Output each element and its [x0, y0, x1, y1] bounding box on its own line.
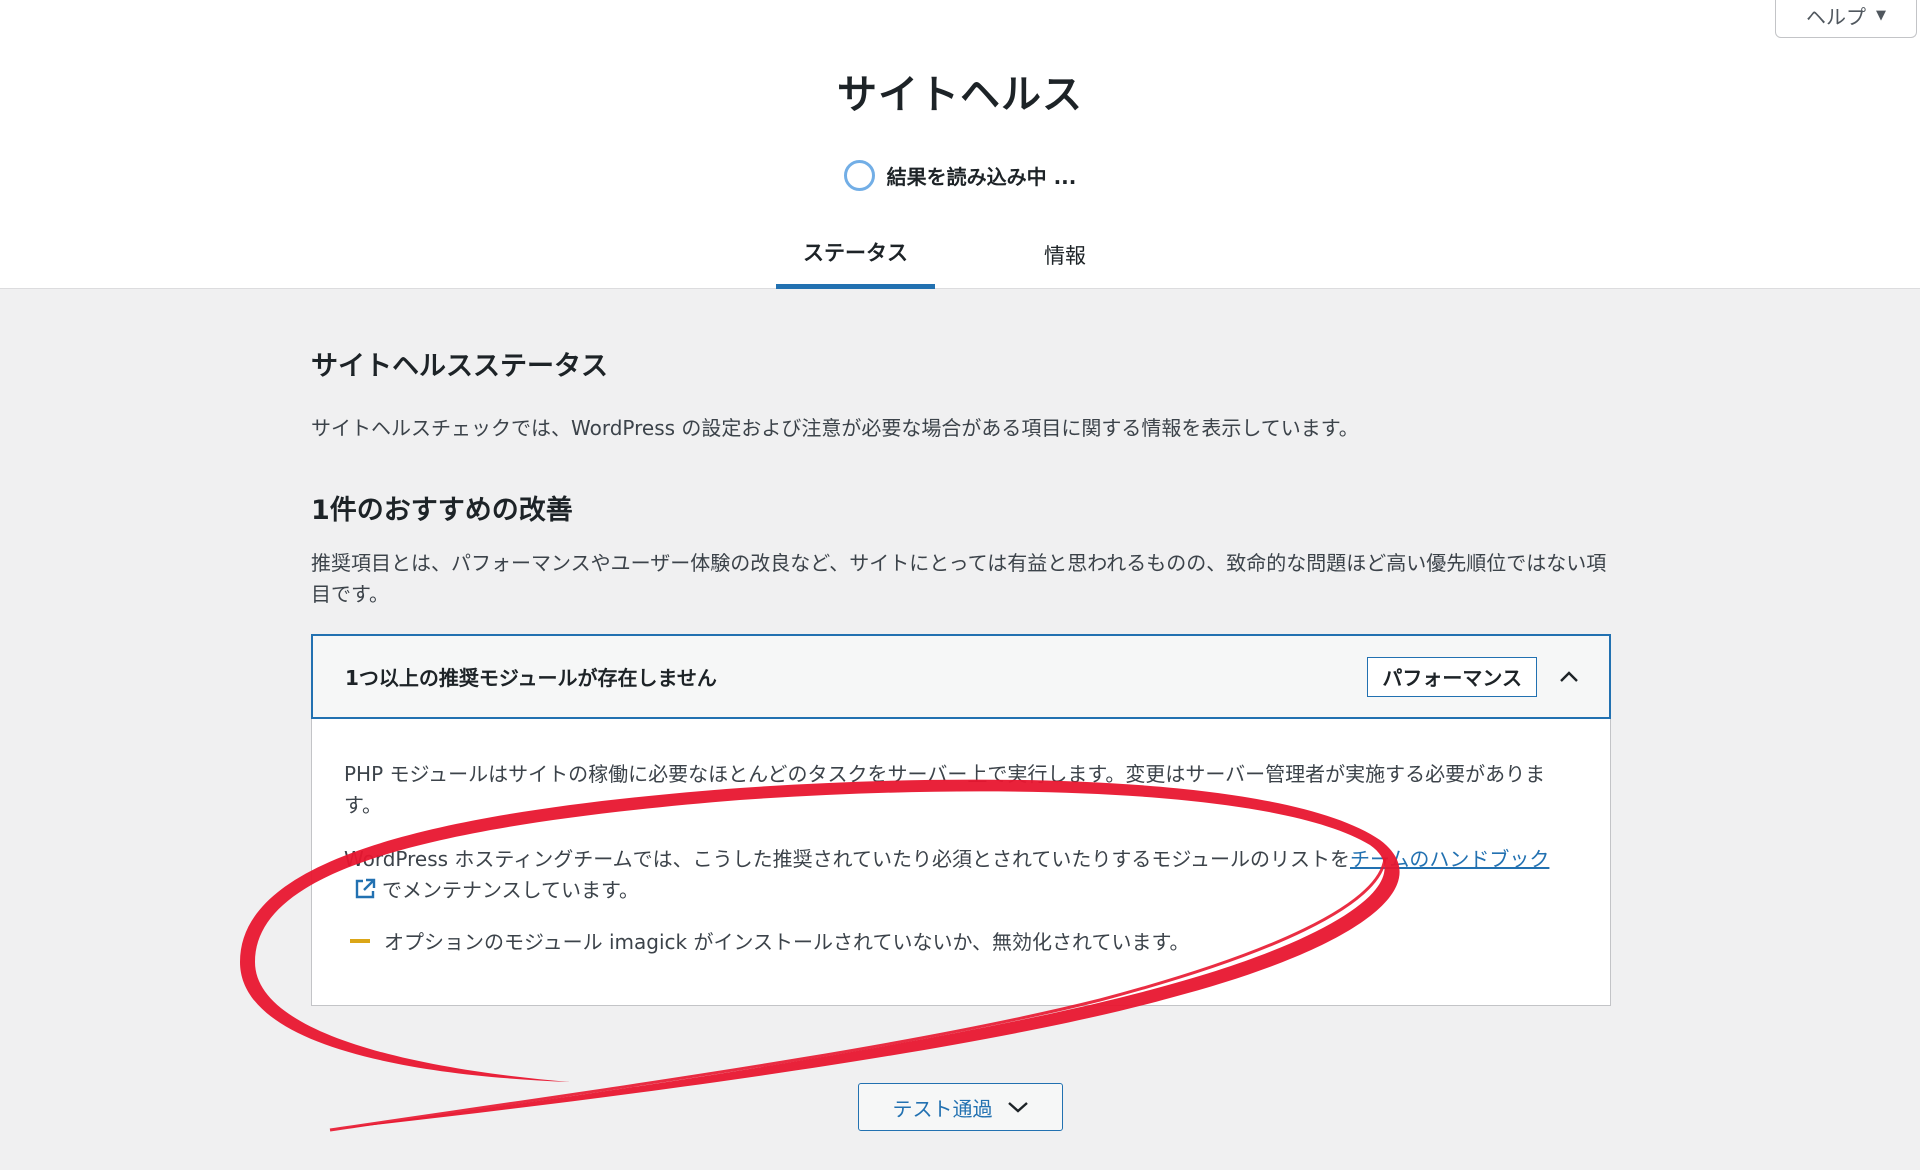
category-badge: パフォーマンス	[1367, 656, 1537, 697]
external-link-icon	[355, 878, 376, 899]
tab-info[interactable]: 情報	[1000, 220, 1130, 289]
hosting-note-text: WordPress ホスティングチームでは、こうした推奨されていたり必須とされて…	[344, 847, 1350, 871]
recommendation-accordion: 1つ以上の推奨モジュールが存在しません パフォーマンス PHP モジュールはサイ…	[311, 634, 1611, 1006]
chevron-down-icon	[1007, 1102, 1028, 1113]
warning-text: オプションのモジュール imagick がインストールされていないか、無効化され…	[384, 930, 1190, 954]
passed-tests-button[interactable]: テスト通過	[858, 1083, 1063, 1131]
module-explanation: PHP モジュールはサイトの稼働に必要なほとんどのタスクをサーバー上で実行します…	[344, 762, 1546, 817]
accordion-toggle[interactable]: 1つ以上の推奨モジュールが存在しません パフォーマンス	[311, 634, 1611, 719]
status-section-description: サイトヘルスチェックでは、WordPress の設定および注意が必要な場合がある…	[311, 416, 1359, 440]
help-tab-button[interactable]: ヘルプ ▼	[1775, 0, 1917, 38]
accordion-title: 1つ以上の推奨モジュールが存在しません	[345, 666, 717, 690]
tab-status[interactable]: ステータス	[776, 220, 935, 289]
warning-item: オプションのモジュール imagick がインストールされていないか、無効化され…	[344, 926, 1578, 955]
page-title: サイトヘルス	[837, 72, 1083, 118]
tab-nav: ステータス 情報	[0, 220, 1920, 289]
caret-down-icon: ▼	[1876, 8, 1886, 23]
accordion-panel: PHP モジュールはサイトの稼働に必要なほとんどのタスクをサーバー上で実行します…	[311, 719, 1611, 1006]
chevron-up-icon	[1560, 670, 1578, 682]
help-label: ヘルプ	[1806, 5, 1866, 29]
hosting-team-note: WordPress ホスティングチームでは、こうした推奨されていたり必須とされて…	[344, 844, 1580, 906]
recommended-description: 推奨項目とは、パフォーマンスやユーザー体験の改良など、サイトにとっては有益と思わ…	[311, 551, 1607, 606]
passed-tests-label: テスト通過	[892, 1098, 993, 1121]
loading-indicator: 結果を読み込み中 ...	[0, 160, 1920, 191]
recommended-title: 1件のおすすめの改善	[311, 495, 573, 526]
progress-circle-icon	[843, 160, 875, 191]
handbook-link[interactable]: チームのハンドブック	[1350, 847, 1549, 871]
warning-dash-icon	[350, 938, 370, 943]
status-section-title: サイトヘルスステータス	[311, 351, 608, 382]
page-header: ヘルプ ▼ サイトヘルス 結果を読み込み中 ... ステータス 情報	[0, 0, 1920, 289]
hosting-note-suffix: でメンテナンスしています。	[382, 878, 639, 902]
loading-text: 結果を読み込み中 ...	[886, 165, 1077, 189]
